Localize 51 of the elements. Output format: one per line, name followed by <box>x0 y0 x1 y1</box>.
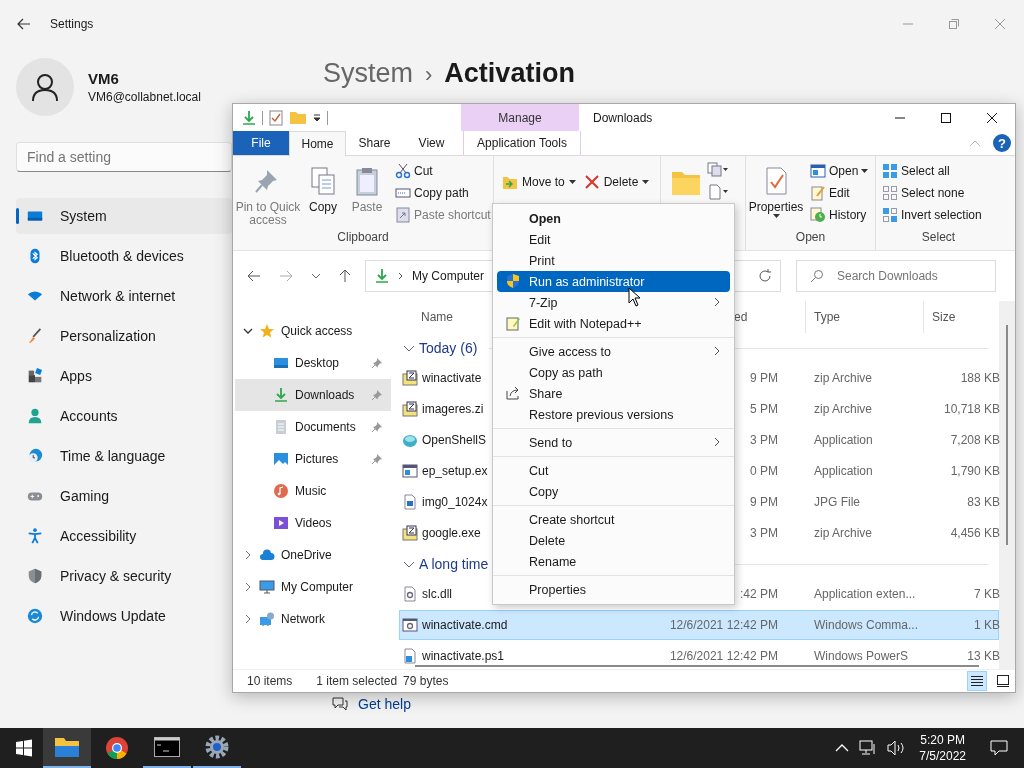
selection-count: 1 item selected <box>316 674 398 688</box>
file-name: winactivate <box>422 371 482 385</box>
file-name: img0_1024x <box>422 495 488 509</box>
file-name: slc.dll <box>422 587 452 601</box>
file-type: Windows PowerS <box>814 649 910 663</box>
group-label: Open <box>794 230 827 246</box>
modified-date: 12/6/2021 12:42 PM <box>669 649 778 663</box>
file-size: 83 KB <box>966 495 1000 509</box>
modified-date: 3 PM <box>750 526 778 540</box>
modified-date: :42 PM <box>740 587 778 601</box>
file-name: winactivate.ps1 <box>422 649 505 663</box>
file-type: Application <box>814 464 874 478</box>
file-name: OpenShellS <box>422 433 487 447</box>
file-size: 188 KB <box>959 371 1000 385</box>
file-size: 1,790 KB <box>949 464 1000 478</box>
tool-group-label: Manage <box>461 104 579 131</box>
file-size: 13 KB <box>966 649 1000 663</box>
modified-date: 3 PM <box>750 433 778 447</box>
file-name: imageres.zi <box>422 402 484 416</box>
window-title: Settings <box>50 17 94 31</box>
file-type: zip Archive <box>814 526 874 540</box>
group-label: Select <box>920 230 957 246</box>
window-title: Downloads <box>592 109 653 127</box>
file-size: 10,718 KB <box>942 402 1000 416</box>
file-type: JPG File <box>814 495 861 509</box>
clock-time: 5:20 PM <box>920 732 965 748</box>
group-label: Clipboard <box>336 230 390 246</box>
file-size: 4,456 KB <box>949 526 1000 540</box>
file-type: Windows Comma... <box>814 618 920 632</box>
file-name: ep_setup.ex <box>422 464 488 478</box>
file-name: winactivate.cmd <box>422 618 508 632</box>
user-name: VM6 <box>88 70 120 87</box>
modified-date: 12/6/2021 12:42 PM <box>669 618 778 632</box>
file-type: zip Archive <box>814 371 874 385</box>
file-size: 7,208 KB <box>949 433 1000 447</box>
item-count: 10 items <box>247 674 293 688</box>
breadcrumb-separator: › <box>425 62 433 88</box>
clock-date: 7/5/2022 <box>919 748 966 764</box>
page-title: Activation <box>444 58 575 89</box>
file-type: Application <box>814 433 874 447</box>
file-size: 1 KB <box>973 618 1000 632</box>
file-type: zip Archive <box>814 402 874 416</box>
file-type: Application exten... <box>814 587 917 601</box>
modified-date: 5 PM <box>750 402 778 416</box>
modified-date: 0 PM <box>750 464 778 478</box>
user-email: VM6@collabnet.local <box>88 90 201 104</box>
file-name: google.exe <box>422 526 481 540</box>
selection-size: 79 bytes <box>403 674 449 688</box>
file-size: 7 KB <box>973 587 1000 601</box>
modified-date: 9 PM <box>750 495 778 509</box>
modified-date: 9 PM <box>750 371 778 385</box>
